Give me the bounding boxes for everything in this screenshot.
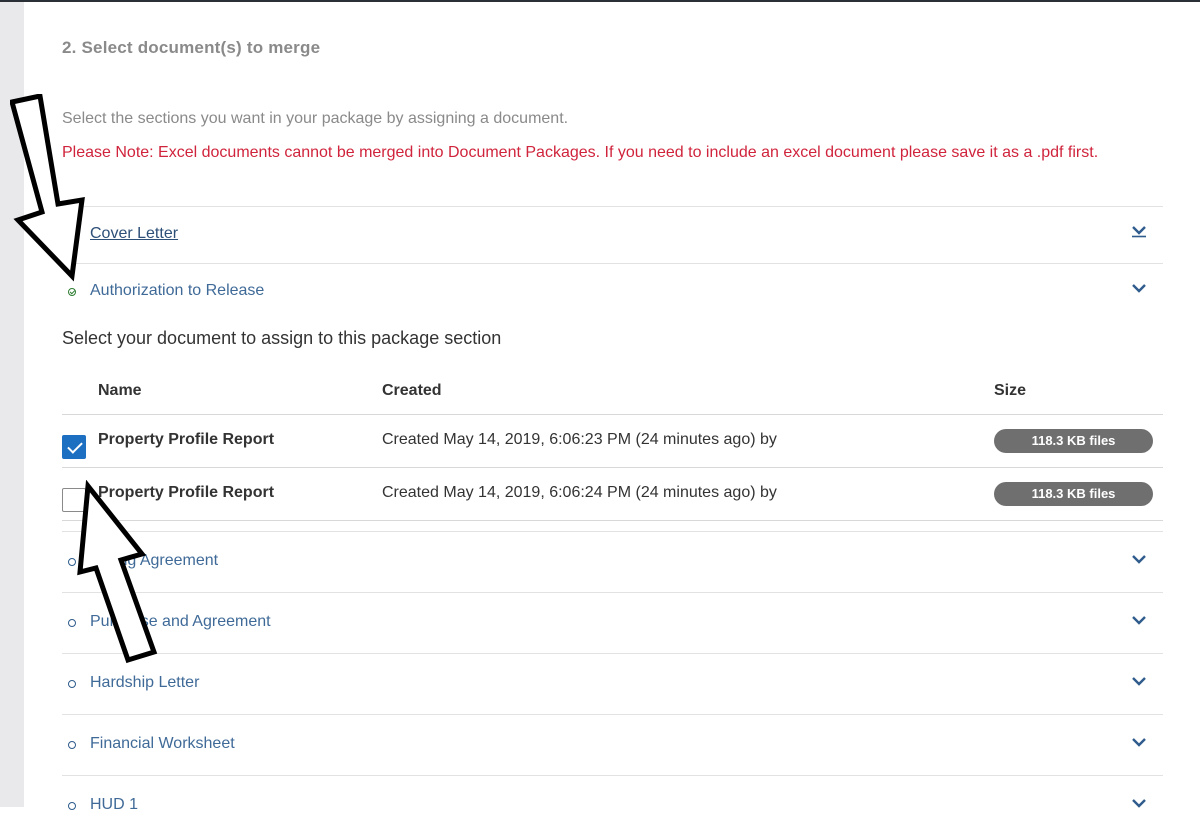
circle-icon — [68, 741, 76, 749]
step-title: 2. Select document(s) to merge — [62, 38, 321, 57]
section-hud1[interactable]: HUD 1 — [62, 775, 1163, 836]
section-cover-letter[interactable]: Cover Letter — [62, 206, 1163, 263]
table-row[interactable]: Property Profile Report Created May 14, … — [62, 415, 1163, 468]
document-checkbox[interactable] — [62, 488, 86, 512]
size-badge: 118.3 KB files — [994, 429, 1153, 453]
excel-note: Please Note: Excel documents cannot be m… — [62, 144, 1099, 161]
chevron-down-icon[interactable] — [1131, 224, 1147, 238]
column-header-name[interactable]: Name — [98, 382, 142, 400]
top-border — [0, 0, 1200, 2]
section-listing-agreement[interactable]: Listing Agreement — [62, 531, 1163, 592]
chevron-down-icon[interactable] — [1131, 674, 1147, 688]
column-header-created[interactable]: Created — [382, 382, 442, 400]
section-financial-worksheet[interactable]: Financial Worksheet — [62, 714, 1163, 775]
circle-icon — [68, 619, 76, 627]
document-checkbox[interactable] — [62, 435, 86, 459]
section-purchase-agreement[interactable]: Purchase and Agreement — [62, 592, 1163, 653]
section-label[interactable]: Authorization to Release — [90, 282, 264, 300]
document-name: Property Profile Report — [98, 431, 275, 448]
document-created: Created May 14, 2019, 6:06:23 PM (24 min… — [382, 431, 777, 448]
chevron-down-icon[interactable] — [1131, 735, 1147, 749]
section-label[interactable]: HUD 1 — [90, 796, 138, 814]
document-created: Created May 14, 2019, 6:06:24 PM (24 min… — [382, 484, 777, 501]
section-label[interactable]: Hardship Letter — [90, 674, 199, 692]
size-badge: 118.3 KB files — [994, 482, 1153, 506]
chevron-down-icon[interactable] — [1131, 613, 1147, 627]
section-authorization[interactable]: Authorization to Release — [62, 263, 1163, 320]
chevron-down-icon[interactable] — [1131, 796, 1147, 810]
section-label[interactable]: Purchase and Agreement — [90, 613, 271, 631]
circle-icon — [68, 558, 76, 566]
assign-title: Select your document to assign to this p… — [62, 328, 502, 348]
section-list-bottom: Listing Agreement Purchase and Agreement… — [62, 531, 1163, 836]
table-row[interactable]: Property Profile Report Created May 14, … — [62, 468, 1163, 521]
circle-icon — [68, 680, 76, 688]
section-label[interactable]: Listing Agreement — [90, 552, 218, 570]
table-header: Name Created Size — [62, 372, 1163, 415]
circle-icon — [68, 802, 76, 810]
chevron-down-icon[interactable] — [1131, 552, 1147, 566]
section-label[interactable]: Financial Worksheet — [90, 735, 235, 753]
chevron-down-icon[interactable] — [1131, 281, 1147, 295]
document-table: Name Created Size Property Profile Repor… — [62, 372, 1163, 521]
intro-text: Select the sections you want in your pac… — [62, 110, 569, 127]
column-header-size[interactable]: Size — [994, 382, 1026, 400]
section-label[interactable]: Cover Letter — [90, 225, 178, 243]
document-name: Property Profile Report — [98, 484, 275, 501]
left-gutter — [0, 2, 24, 807]
section-hardship-letter[interactable]: Hardship Letter — [62, 653, 1163, 714]
check-circle-icon — [68, 288, 76, 296]
section-list-top: Cover Letter Authorization to Release — [62, 206, 1163, 320]
